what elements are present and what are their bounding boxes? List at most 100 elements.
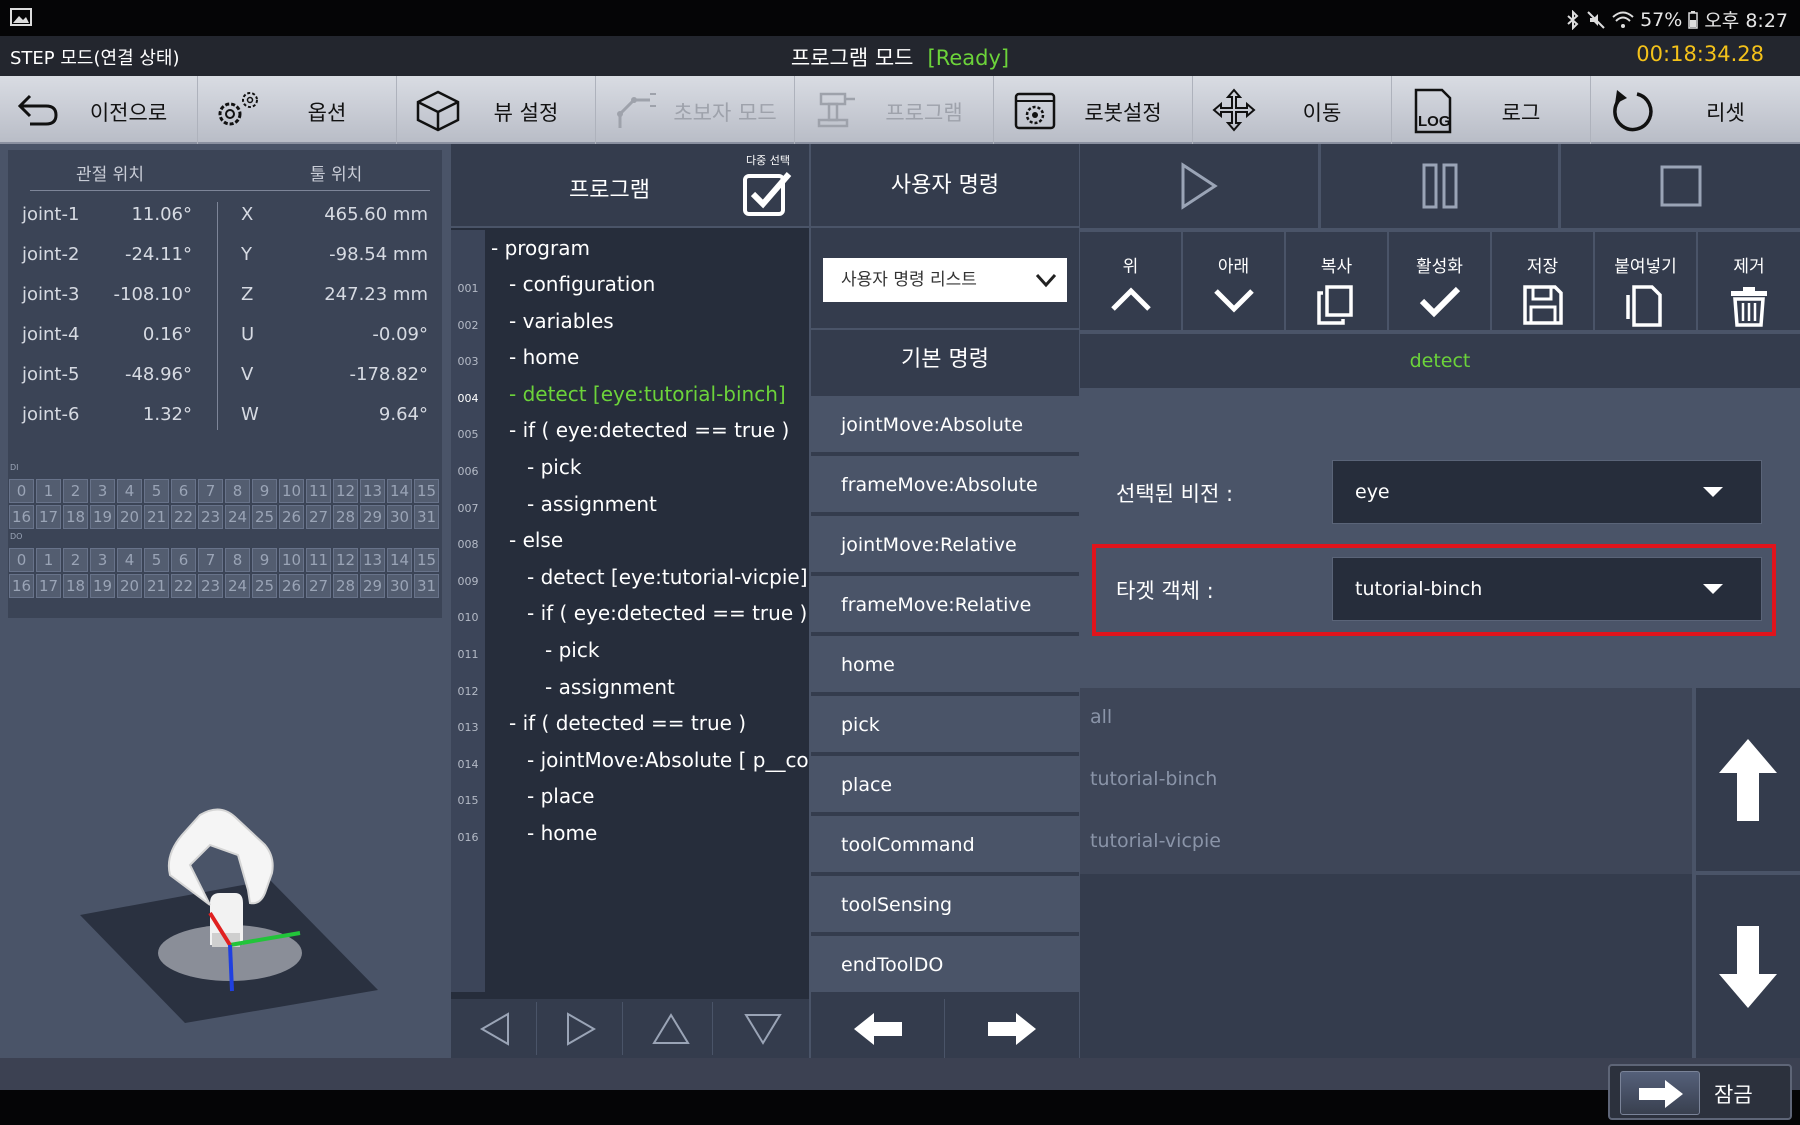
beginner-mode-button[interactable]: 초보자 모드 [596, 76, 795, 144]
paste-icon [1624, 285, 1668, 327]
io-cell: 6 [171, 479, 196, 503]
pause-button[interactable] [1321, 144, 1558, 228]
command-item[interactable]: frameMove:Absolute [811, 456, 1079, 514]
gears-icon [214, 88, 264, 132]
program-line[interactable]: - assignment [527, 492, 657, 516]
nav-left-button[interactable] [453, 1002, 537, 1055]
user-command-select[interactable]: 사용자 명령 리스트 [823, 258, 1067, 302]
move-button[interactable]: 이동 [1193, 76, 1392, 144]
command-item[interactable]: frameMove:Relative [811, 576, 1079, 634]
robot-settings-button[interactable]: 로봇설정 [994, 76, 1193, 144]
move-up-action[interactable]: 위 [1080, 232, 1181, 330]
io-cell: 9 [252, 548, 277, 572]
program-line[interactable]: - assignment [545, 675, 675, 699]
nav-down-button[interactable] [719, 1002, 807, 1055]
gallery-icon [10, 8, 32, 26]
stop-button[interactable] [1561, 144, 1800, 228]
joint-position-header: 관절 위치 [76, 165, 144, 185]
delete-action[interactable]: 제거 [1698, 232, 1800, 330]
program-line[interactable]: - configuration [509, 272, 655, 296]
io-cell: 30 [387, 574, 412, 598]
io-cell: 26 [279, 505, 304, 529]
io-cell: 22 [171, 505, 196, 529]
program-line[interactable]: - home [509, 345, 579, 369]
program-line[interactable]: - if ( eye:detected == true ) [509, 418, 789, 442]
options-button[interactable]: 옵션 [198, 76, 397, 144]
program-line[interactable]: - home [527, 821, 597, 845]
position-row: joint-2 -24.11° Y -98.54 mm [22, 244, 428, 265]
command-item[interactable]: endToolDO [811, 936, 1079, 994]
robot-3d-view[interactable] [60, 795, 390, 1035]
io-cell: 3 [90, 479, 115, 503]
view-settings-button[interactable]: 뷰 설정 [397, 76, 596, 144]
target-label: 타겟 객체 : [1116, 579, 1214, 603]
back-button[interactable]: 이전으로 [0, 76, 198, 144]
command-item[interactable]: jointMove:Relative [811, 516, 1079, 574]
do-label: DO [10, 532, 23, 541]
program-line[interactable]: - pick [545, 638, 599, 662]
program-line[interactable]: - variables [509, 309, 614, 333]
chevron-up-icon [1109, 285, 1153, 315]
stop-icon [1660, 165, 1701, 207]
program-line[interactable]: - pick [527, 455, 581, 479]
triangle-left-icon [479, 1011, 509, 1046]
program-panel: 프로그램 다중 선택 001 002 003 004 005 006 007 008 009 01… [451, 144, 809, 1058]
nav-up-button[interactable] [629, 1002, 713, 1055]
save-action[interactable]: 저장 [1492, 232, 1593, 330]
io-cell: 8 [225, 548, 250, 572]
copy-action[interactable]: 복사 [1286, 232, 1387, 330]
activate-action[interactable]: 활성화 [1389, 232, 1490, 330]
list-down-button[interactable] [1696, 875, 1800, 1058]
io-cell: 25 [252, 574, 277, 598]
triangle-down-icon [744, 1013, 782, 1045]
vision-select[interactable]: eye [1332, 460, 1762, 524]
di-grid: 0 1 2 3 4 5 6 7 8 9 10 11 12 13 14 15 16 17 18 19 20 21 22 23 24… [8, 479, 442, 531]
io-cell: 24 [225, 574, 250, 598]
program-line[interactable]: - detect [eye:tutorial-binch] [509, 382, 786, 406]
program-button[interactable]: 프로그램 [795, 76, 994, 144]
program-line[interactable]: - if ( detected == true ) [509, 711, 746, 735]
list-up-button[interactable] [1696, 688, 1800, 871]
command-item[interactable]: toolSensing [811, 876, 1079, 934]
list-item[interactable]: all [1090, 706, 1112, 728]
log-button[interactable]: LOG 로그 [1392, 76, 1591, 144]
command-next-button[interactable] [945, 999, 1079, 1058]
robot-settings-icon [1010, 88, 1060, 132]
command-item[interactable]: pick [811, 696, 1079, 754]
selected-command-name: detect [1080, 334, 1800, 388]
robot-arm-icon [612, 88, 662, 132]
command-item[interactable]: toolCommand [811, 816, 1079, 874]
program-line[interactable]: - detect [eye:tutorial-vicpie] [527, 565, 808, 589]
list-item[interactable]: tutorial-binch [1090, 768, 1217, 790]
command-item[interactable]: jointMove:Absolute [811, 396, 1079, 454]
io-cell: 15 [414, 548, 439, 572]
target-select[interactable]: tutorial-binch [1332, 557, 1762, 621]
io-cell: 27 [306, 505, 331, 529]
reset-button[interactable]: 리셋 [1591, 76, 1800, 144]
triangle-right-icon [566, 1011, 596, 1046]
io-cell: 23 [198, 505, 223, 529]
list-item[interactable]: tutorial-vicpie [1090, 830, 1221, 852]
nav-right-button[interactable] [539, 1002, 623, 1055]
di-label: DI [10, 463, 19, 472]
paste-action[interactable]: 붙여넣기 [1595, 232, 1696, 330]
command-item[interactable]: place [811, 756, 1079, 814]
io-cell: 7 [198, 479, 223, 503]
io-cell: 15 [414, 479, 439, 503]
command-item[interactable]: home [811, 636, 1079, 694]
io-cell: 21 [144, 574, 169, 598]
command-prev-button[interactable] [811, 999, 945, 1058]
play-button[interactable] [1080, 144, 1318, 228]
program-line[interactable]: - jointMove:Absolute [ p__copy [527, 748, 809, 772]
io-cell: 2 [63, 548, 88, 572]
battery-icon [1688, 10, 1699, 29]
program-line[interactable]: - else [509, 528, 563, 552]
move-down-action[interactable]: 아래 [1183, 232, 1284, 330]
lock-button[interactable]: 잠금 [1608, 1064, 1792, 1120]
program-line[interactable]: - if ( eye:detected == true ) [527, 601, 807, 625]
chevron-down-icon [1035, 270, 1057, 290]
system-status-bar: 57% 오후 8:27 [0, 0, 1800, 36]
reset-icon [1607, 88, 1657, 134]
program-line[interactable]: - place [527, 784, 594, 808]
io-cell: 13 [360, 548, 385, 572]
